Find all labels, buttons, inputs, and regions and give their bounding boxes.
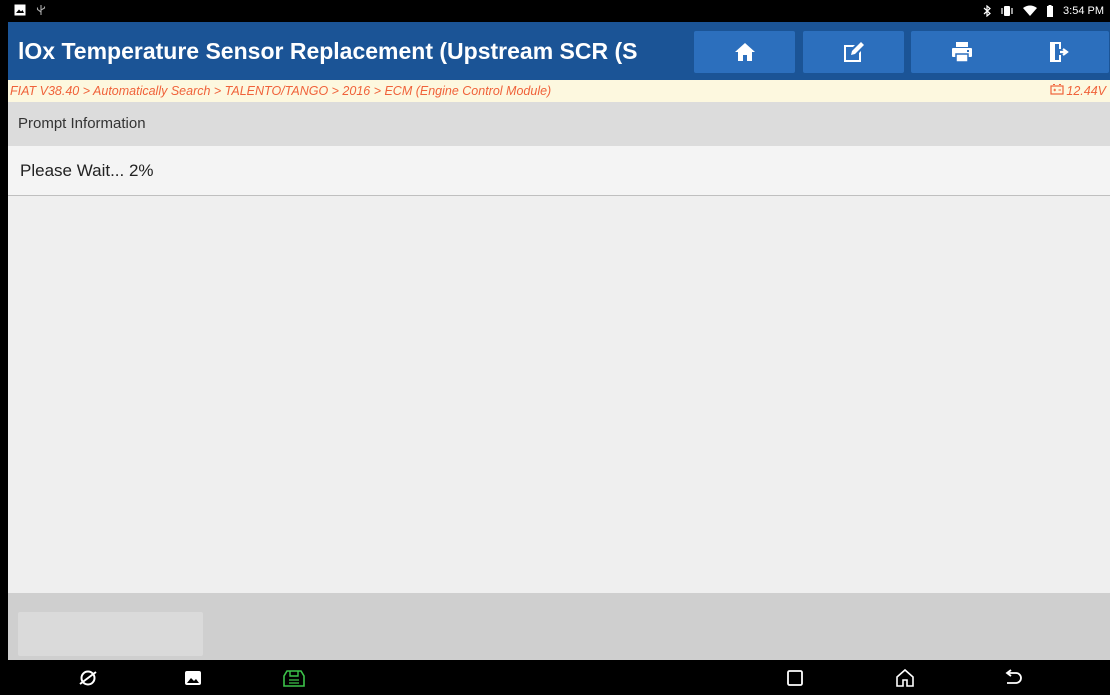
usb-debug-icon (35, 4, 47, 16)
prompt-header: Prompt Information (8, 102, 1110, 146)
recents-icon (787, 669, 803, 686)
battery-icon (1046, 5, 1054, 17)
edit-report-icon (842, 41, 866, 63)
vci-icon (282, 668, 306, 688)
prompt-message-text: Please Wait... 2% (20, 161, 154, 180)
exit-icon (1049, 41, 1069, 63)
prompt-message: Please Wait... 2% (8, 146, 1110, 196)
voltage-indicator: 12.44V (1050, 80, 1106, 102)
car-battery-icon (1050, 80, 1064, 102)
exit-button[interactable] (1008, 31, 1109, 73)
wifi-icon (1023, 5, 1038, 17)
print-icon (951, 41, 973, 63)
back-icon (1003, 668, 1023, 687)
prompt-header-label: Prompt Information (18, 115, 146, 132)
vci-button[interactable] (274, 660, 314, 695)
print-button[interactable] (911, 31, 1012, 73)
action-button-placeholder (18, 612, 203, 656)
gallery-icon (184, 670, 202, 686)
vibrate-icon (1000, 5, 1014, 17)
status-bar: 3:54 PM (8, 0, 1110, 22)
browser-button[interactable] (68, 660, 108, 695)
breadcrumb-path: FIAT V38.40 > Automatically Search > TAL… (10, 84, 552, 98)
bluetooth-icon (983, 5, 991, 17)
image-notification-icon (14, 4, 26, 16)
page-title: lOx Temperature Sensor Replacement (Upst… (18, 38, 638, 64)
voltage-value: 12.44V (1066, 84, 1106, 98)
device-screen: 3:54 PM lOx Temperature Sensor Replaceme… (8, 0, 1110, 695)
navigation-bar (8, 660, 1110, 695)
home-nav-button[interactable] (885, 660, 925, 695)
edit-report-button[interactable] (803, 31, 904, 73)
home-button[interactable] (694, 31, 795, 73)
status-clock: 3:54 PM (1063, 5, 1104, 17)
home-icon (734, 42, 756, 62)
back-button[interactable] (993, 660, 1033, 695)
breadcrumb: FIAT V38.40 > Automatically Search > TAL… (8, 80, 1110, 102)
gallery-button[interactable] (173, 660, 213, 695)
home-icon (895, 668, 915, 688)
action-bar (8, 593, 1110, 660)
title-bar: lOx Temperature Sensor Replacement (Upst… (8, 22, 1110, 80)
browser-icon (78, 668, 98, 688)
recents-button[interactable] (775, 660, 815, 695)
